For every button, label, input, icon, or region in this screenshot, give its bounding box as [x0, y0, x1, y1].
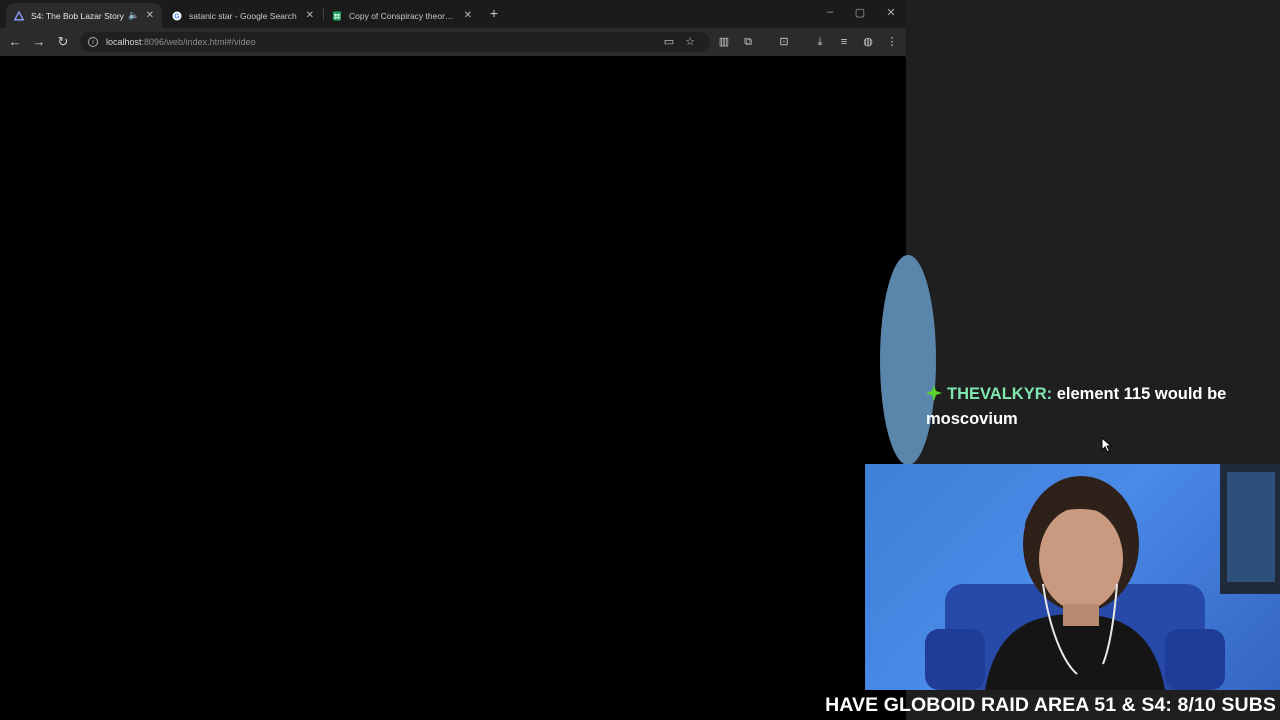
chat-message: THEVALKYR: element 115 would be moscoviu…	[926, 382, 1266, 432]
browser-toolbar: ← → ↻ i localhost:8096/web/index.html#/v…	[0, 28, 906, 56]
jellyfin-icon	[14, 10, 24, 21]
back-icon[interactable]: ←	[7, 34, 23, 50]
webcam-feed	[865, 464, 1280, 690]
clipboard-icon[interactable]: ▥	[716, 34, 732, 50]
tab-conspiracy-sheet[interactable]: Copy of Conspiracy theory / tre ✕	[324, 3, 480, 28]
tab-title: S4: The Bob Lazar Story	[31, 10, 124, 21]
close-tab-icon[interactable]: ✕	[146, 10, 154, 21]
sheets-icon	[332, 11, 342, 21]
browser-window: S4: The Bob Lazar Story 🔈 ✕ G satanic st…	[0, 0, 906, 720]
site-info-icon[interactable]: i	[88, 37, 98, 47]
screenshot-icon[interactable]: ⊡	[776, 34, 792, 50]
tab-google-search[interactable]: G satanic star - Google Search ✕	[164, 3, 322, 28]
profile-icon[interactable]: ◍	[860, 34, 876, 50]
streamer-silhouette	[925, 464, 1280, 690]
menu-dots-icon[interactable]: ⋮	[884, 34, 900, 50]
url-text: localhost:8096/web/index.html#/video	[106, 37, 256, 47]
download-icon[interactable]: ⤓	[812, 34, 828, 50]
extensions-icon[interactable]: ⧉	[740, 34, 756, 50]
minimize-icon[interactable]: –	[822, 6, 838, 18]
tab-strip: S4: The Bob Lazar Story 🔈 ✕ G satanic st…	[0, 0, 906, 28]
cast-icon[interactable]: ▭	[661, 34, 677, 50]
close-tab-icon[interactable]: ✕	[464, 10, 472, 21]
address-bar[interactable]: i localhost:8096/web/index.html#/video	[80, 32, 710, 52]
new-tab-button[interactable]: +	[486, 5, 502, 21]
close-window-icon[interactable]: ✕	[883, 6, 899, 19]
decorative-blob	[880, 255, 936, 465]
subscriber-goal-ticker: HAVE GLOBOID RAID AREA 51 & S4: 8/10 SUB…	[825, 693, 1276, 716]
tab-title: Copy of Conspiracy theory / tre	[349, 10, 458, 21]
media-controls-icon[interactable]: ≡	[836, 34, 852, 50]
stream-frame: S4: The Bob Lazar Story 🔈 ✕ G satanic st…	[0, 0, 1280, 720]
chat-username: THEVALKYR	[947, 385, 1047, 403]
google-icon: G	[172, 11, 182, 21]
forward-icon[interactable]: →	[31, 34, 47, 50]
bookmark-star-icon[interactable]: ☆	[682, 34, 698, 50]
reload-icon[interactable]: ↻	[55, 34, 71, 50]
mouse-cursor-icon	[1101, 437, 1113, 453]
close-tab-icon[interactable]: ✕	[306, 10, 314, 21]
tab-bob-lazar-story[interactable]: S4: The Bob Lazar Story 🔈 ✕	[6, 3, 162, 28]
svg-text:G: G	[174, 13, 180, 20]
video-player-area[interactable]	[0, 57, 906, 720]
star-badge-icon	[926, 384, 942, 401]
maximize-icon[interactable]: ▢	[852, 6, 868, 19]
speaker-icon[interactable]: 🔈	[128, 10, 139, 21]
tab-title: satanic star - Google Search	[189, 10, 297, 21]
